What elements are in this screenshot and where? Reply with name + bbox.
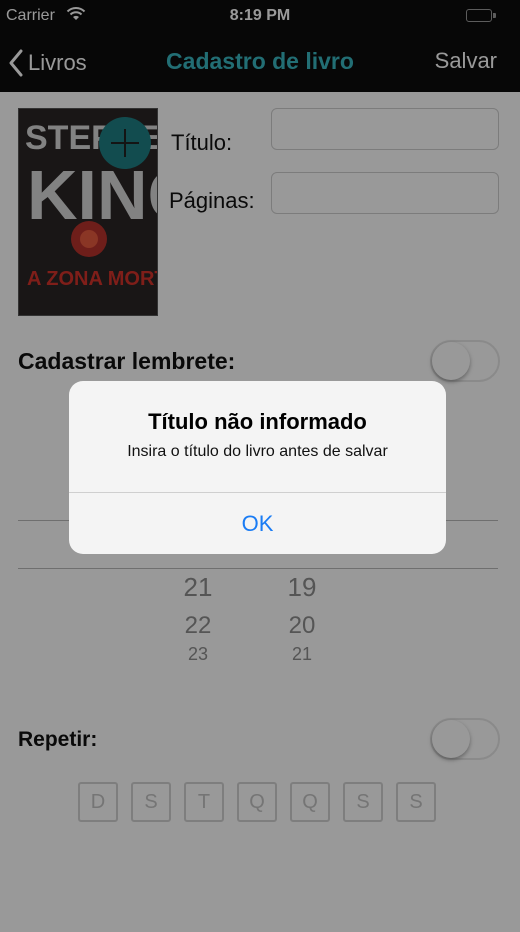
- ok-button[interactable]: OK: [69, 493, 446, 554]
- alert-title: Título não informado: [148, 409, 367, 434]
- alert-dialog: Título não informado Insira o título do …: [69, 381, 446, 554]
- alert-message: Insira o título do livro antes de salvar: [127, 443, 388, 460]
